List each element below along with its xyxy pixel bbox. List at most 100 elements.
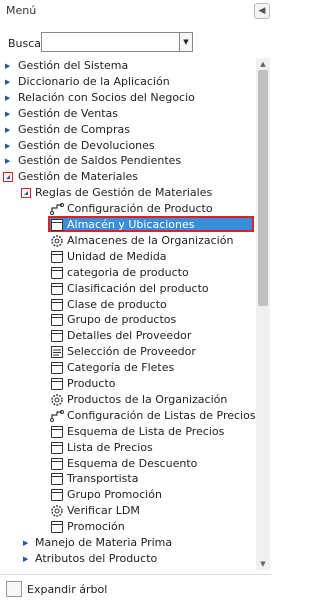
panel-header: Menú ◀: [0, 0, 272, 24]
scrollbar-thumb[interactable]: [258, 70, 268, 306]
tree-folder[interactable]: ▶ Gestión de Ventas: [0, 106, 256, 122]
expand-arrow-icon[interactable]: ▶: [23, 535, 28, 551]
panel-title: Menú: [6, 4, 37, 17]
tree-item[interactable]: Clasificación del producto: [0, 281, 256, 297]
tree-item-label: Verificar LDM: [67, 504, 140, 517]
expand-tree-label: Expandir árbol: [27, 583, 108, 596]
collapse-arrow-icon[interactable]: [21, 188, 31, 198]
tree-item-label: Grupo de productos: [67, 313, 177, 326]
tree-item[interactable]: Productos de la Organización: [0, 392, 256, 408]
tree-item[interactable]: Esquema de Lista de Precios: [0, 424, 256, 440]
tree-item[interactable]: Detalles del Proveedor: [0, 328, 256, 344]
tree-item-label: Gestión de Materiales: [18, 170, 139, 183]
tree-folder[interactable]: ▶ Relación con Socios del Negocio: [0, 90, 256, 106]
tree-item-label: Almacén y Ubicaciones: [67, 218, 195, 231]
search-combobox[interactable]: ▼: [41, 32, 193, 52]
tree-item-label: Clase de producto: [67, 298, 167, 311]
scroll-up-arrow[interactable]: ▲: [256, 58, 270, 70]
tree-item[interactable]: Configuración de Listas de Precios: [0, 408, 256, 424]
expand-arrow-icon[interactable]: ▶: [5, 122, 10, 138]
tree-item[interactable]: categoria de producto: [0, 265, 256, 281]
menu-panel: Menú ◀ Buscar: ▼ ▶ Gestión del Sistema ▶ Di…: [0, 0, 272, 613]
report-icon: [50, 345, 64, 359]
tree-folder[interactable]: ▶ Diccionario de la Aplicación: [0, 74, 256, 90]
tree-item-label: Detalles del Proveedor: [67, 329, 192, 342]
expand-arrow-icon[interactable]: ▶: [5, 106, 10, 122]
window-icon: [50, 377, 64, 391]
tree-item-label: Selección de Proveedor: [67, 345, 196, 358]
tree-item-label: Manejo de Materia Prima: [35, 536, 173, 549]
tree-item-label: categoria de producto: [67, 266, 189, 279]
tree-item-label: Atributos del Producto: [35, 552, 158, 565]
expand-arrow-icon[interactable]: ▶: [5, 74, 10, 90]
tree-folder-materials[interactable]: Gestión de Materiales: [0, 169, 256, 185]
tree-item-label: Esquema de Descuento: [67, 457, 198, 470]
search-row: Buscar: ▼: [0, 30, 272, 54]
tree-item-label: Producto: [67, 377, 116, 390]
tree-item-label: Lista de Precios: [67, 441, 153, 454]
tree-item[interactable]: Transportista: [0, 471, 256, 487]
scroll-down-arrow[interactable]: ▼: [256, 558, 270, 570]
tree-folder[interactable]: ▶ Gestión de Saldos Pendientes: [0, 153, 256, 169]
expand-tree-checkbox[interactable]: [6, 581, 22, 597]
window-icon: [50, 472, 64, 486]
gear-icon: [50, 393, 64, 407]
tree-item-label: Reglas de Gestión de Materiales: [35, 186, 213, 199]
tree-folder[interactable]: ▶ Atributos del Producto: [0, 551, 256, 567]
tree-item-label: Almacenes de la Organización: [67, 234, 234, 247]
expand-arrow-icon[interactable]: ▶: [5, 90, 10, 106]
window-icon: [50, 266, 64, 280]
chevron-left-icon: ◀: [258, 6, 266, 16]
window-icon: [50, 282, 64, 296]
tree-item-label: Configuración de Listas de Precios: [67, 409, 256, 422]
expand-arrow-icon[interactable]: ▶: [5, 153, 10, 169]
tree-folder-material-rules[interactable]: Reglas de Gestión de Materiales: [0, 185, 256, 201]
tree-folder[interactable]: ▶ Gestión del Sistema: [0, 58, 256, 74]
window-icon: [50, 298, 64, 312]
tree-scrollbar[interactable]: ▲ ▼: [256, 58, 270, 570]
window-icon: [50, 313, 64, 327]
search-input[interactable]: [42, 33, 184, 51]
tree-item-label: Productos de la Organización: [67, 393, 228, 406]
tree-item-label: Esquema de Lista de Precios: [67, 425, 225, 438]
process-icon: [50, 202, 64, 216]
panel-footer: Expandir árbol: [0, 574, 272, 613]
tree-item[interactable]: Lista de Precios: [0, 440, 256, 456]
tree-folder[interactable]: ▶ Gestión de Devoluciones: [0, 138, 256, 154]
search-dropdown-button[interactable]: ▼: [179, 33, 192, 51]
tree-item[interactable]: Grupo Promoción: [0, 487, 256, 503]
collapse-arrow-icon[interactable]: [3, 172, 13, 182]
menu-tree: ▶ Gestión del Sistema ▶ Diccionario de la A…: [0, 58, 256, 570]
tree-item[interactable]: Selección de Proveedor: [0, 344, 256, 360]
expand-arrow-icon[interactable]: ▶: [23, 551, 28, 567]
window-icon: [50, 488, 64, 502]
tree-item-label: Gestión de Devoluciones: [18, 139, 155, 152]
tree-item[interactable]: Grupo de productos: [0, 312, 256, 328]
tree-item[interactable]: Almacenes de la Organización: [0, 233, 256, 249]
tree-item[interactable]: Promoción: [0, 519, 256, 535]
tree-item[interactable]: Configuración de Producto: [0, 201, 256, 217]
tree-item[interactable]: Clase de producto: [0, 297, 256, 313]
collapse-panel-button[interactable]: ◀: [254, 3, 270, 19]
window-icon: [50, 250, 64, 264]
tree-item-label: Categoría de Fletes: [67, 361, 175, 374]
tree-item[interactable]: Unidad de Medida: [0, 249, 256, 265]
tree-item[interactable]: Producto: [0, 376, 256, 392]
chevron-down-icon: ▼: [183, 38, 189, 46]
window-icon: [50, 441, 64, 455]
tree-item-label: Gestión del Sistema: [18, 59, 129, 72]
tree-item-label: Grupo Promoción: [67, 488, 162, 501]
tree-item[interactable]: Categoría de Fletes: [0, 360, 256, 376]
tree-item[interactable]: Verificar LDM: [0, 503, 256, 519]
tree-item-label: Promoción: [67, 520, 125, 533]
expand-arrow-icon[interactable]: ▶: [5, 58, 10, 74]
tree-item-label: Configuración de Producto: [67, 202, 213, 215]
tree-item[interactable]: Esquema de Descuento: [0, 456, 256, 472]
tree-item-label: Relación con Socios del Negocio: [18, 91, 195, 104]
window-icon: [50, 520, 64, 534]
tree-folder[interactable]: ▶ Manejo de Materia Prima: [0, 535, 256, 551]
tree-item-selected[interactable]: Almacén y Ubicaciones: [0, 217, 256, 233]
tree-item-label: Transportista: [67, 472, 139, 485]
expand-arrow-icon[interactable]: ▶: [5, 138, 10, 154]
tree-folder[interactable]: ▶ Gestión de Compras: [0, 122, 256, 138]
